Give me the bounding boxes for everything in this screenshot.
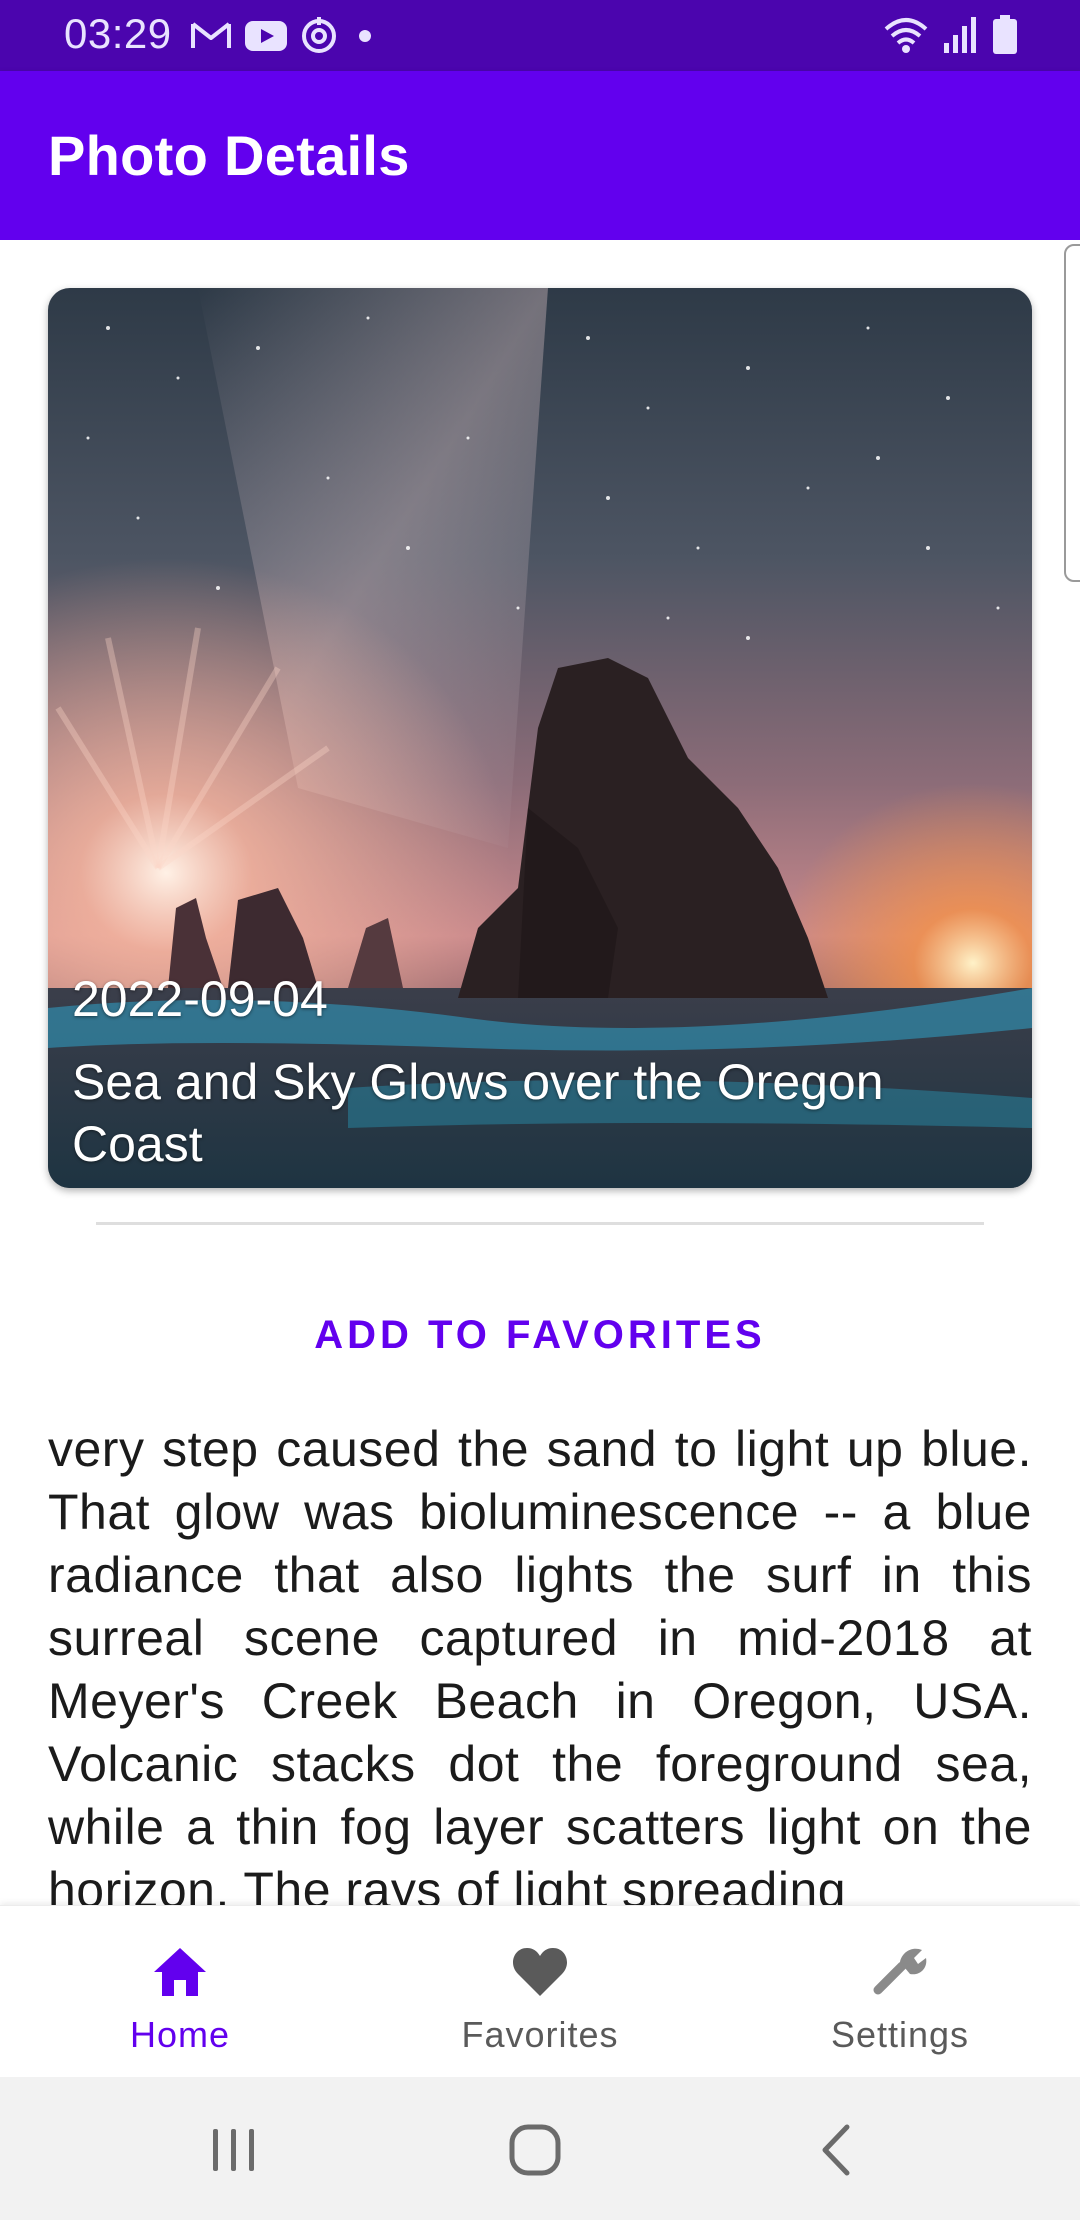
recents-icon[interactable] bbox=[199, 2115, 269, 2185]
heart-icon bbox=[512, 1948, 568, 1996]
wifi-icon bbox=[884, 18, 928, 53]
divider bbox=[96, 1222, 984, 1225]
detail-content[interactable]: 2022-09-04 Sea and Sky Glows over the Or… bbox=[0, 240, 1080, 1905]
signal-icon bbox=[944, 17, 976, 53]
photo-card[interactable]: 2022-09-04 Sea and Sky Glows over the Or… bbox=[48, 288, 1032, 1188]
scroll-indicator bbox=[1064, 244, 1080, 582]
system-navigation-bar bbox=[0, 2077, 1080, 2220]
app-bar: Photo Details bbox=[0, 71, 1080, 240]
bottom-navigation: Home Favorites Settings bbox=[0, 1905, 1080, 2078]
nav-label-favorites: Favorites bbox=[461, 2014, 619, 2055]
nav-item-home[interactable]: Home bbox=[0, 1906, 360, 2078]
battery-icon bbox=[993, 15, 1017, 54]
add-to-favorites-button[interactable]: ADD TO FAVORITES bbox=[290, 1300, 790, 1370]
back-icon[interactable] bbox=[803, 2115, 873, 2185]
nav-item-settings[interactable]: Settings bbox=[720, 1906, 1080, 2078]
dot-icon bbox=[359, 30, 371, 42]
photo-date: 2022-09-04 bbox=[72, 971, 328, 1027]
page-title: Photo Details bbox=[48, 124, 410, 187]
photo-title: Sea and Sky Glows over the Oregon Coast bbox=[72, 1054, 884, 1172]
photo-description: very step caused the sand to light up bl… bbox=[48, 1421, 1032, 1905]
sync-icon bbox=[302, 17, 336, 53]
youtube-icon bbox=[245, 21, 287, 51]
status-notification-icons bbox=[190, 16, 380, 56]
gmail-icon bbox=[191, 22, 231, 48]
status-time: 03:29 bbox=[64, 10, 172, 57]
nav-label-home: Home bbox=[129, 2014, 231, 2055]
nav-label-settings: Settings bbox=[830, 2014, 970, 2055]
nav-item-favorites[interactable]: Favorites bbox=[360, 1906, 720, 2078]
wrench-icon bbox=[873, 1948, 927, 1995]
status-bar: 03:29 bbox=[0, 0, 1080, 71]
home-icon bbox=[154, 1948, 206, 1996]
status-system-icons bbox=[882, 14, 1018, 56]
home-circle-icon[interactable] bbox=[500, 2115, 570, 2185]
